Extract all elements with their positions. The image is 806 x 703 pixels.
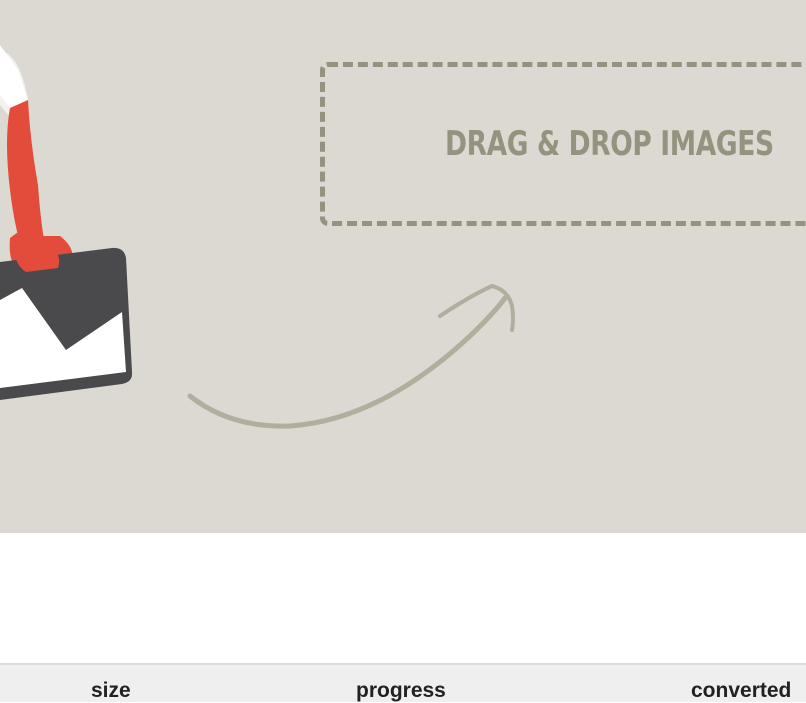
content-spacer — [0, 533, 806, 663]
column-header-converted: converted — [691, 679, 792, 702]
column-header-progress: progress — [356, 679, 446, 702]
drop-area-hero[interactable]: DRAG & DROP IMAGES — [0, 0, 806, 533]
curved-arrow-icon — [187, 283, 515, 429]
file-table-header: size progress converted — [0, 663, 806, 702]
column-header-size: size — [91, 679, 131, 702]
